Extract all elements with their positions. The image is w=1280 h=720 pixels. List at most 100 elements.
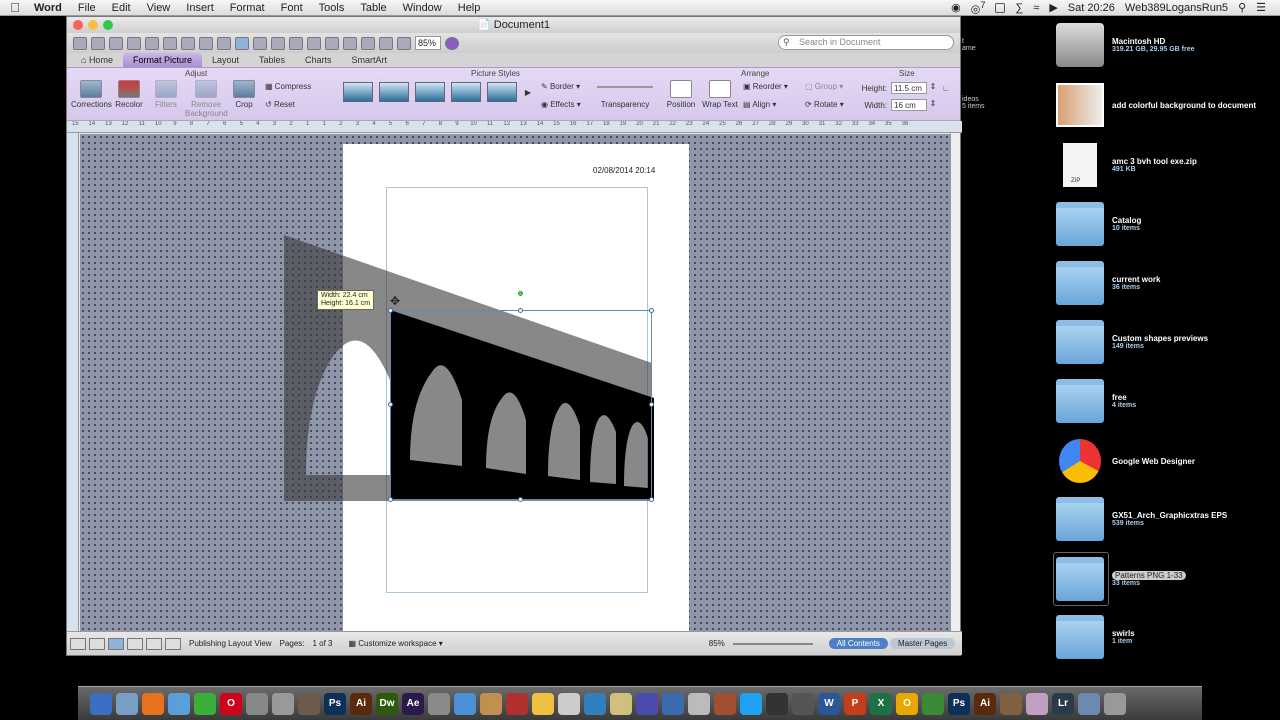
dock-app-icon[interactable] bbox=[662, 692, 684, 715]
picture-style-1[interactable] bbox=[343, 82, 373, 102]
help-icon[interactable] bbox=[445, 36, 459, 50]
tab-home[interactable]: ⌂ Home bbox=[71, 53, 123, 67]
dock-app-icon[interactable] bbox=[1104, 692, 1126, 715]
volume-icon[interactable]: ▶ bbox=[1049, 1, 1057, 14]
outline-view-button[interactable] bbox=[89, 637, 105, 650]
format-painter-icon[interactable] bbox=[199, 36, 213, 50]
script-icon[interactable]: ∑ bbox=[1015, 2, 1023, 14]
menu-insert[interactable]: Insert bbox=[178, 2, 222, 14]
spotlight-icon[interactable]: ⚲ bbox=[1238, 1, 1246, 14]
zoom-button[interactable] bbox=[103, 20, 113, 30]
notifications-icon[interactable]: ☰ bbox=[1256, 1, 1266, 14]
rotate-button[interactable]: ⟳ Rotate ▾ bbox=[805, 100, 855, 109]
dock-app-icon[interactable] bbox=[714, 692, 736, 715]
dock-app-icon[interactable] bbox=[636, 692, 658, 715]
pasteboard[interactable]: 02/08/2014 20:14 Width: 22.4 cm Height: … bbox=[80, 134, 951, 633]
dock-app-icon[interactable] bbox=[142, 692, 164, 715]
desktop-item-free[interactable]: free 4 items bbox=[1056, 376, 1266, 426]
dock-app-icon[interactable]: O bbox=[896, 692, 918, 715]
display-icon[interactable] bbox=[995, 2, 1006, 13]
notebook-view-button[interactable] bbox=[146, 637, 162, 650]
wifi-icon[interactable]: ≈ bbox=[1033, 2, 1039, 14]
dock-app-icon[interactable]: Lr bbox=[1052, 692, 1074, 715]
dock-app-icon[interactable]: X bbox=[870, 692, 892, 715]
corrections-button[interactable]: Corrections bbox=[71, 80, 112, 109]
clock[interactable]: Sat 20:26 bbox=[1068, 2, 1115, 14]
new-icon[interactable] bbox=[73, 36, 87, 50]
dock-app-icon[interactable] bbox=[558, 692, 580, 715]
minimize-button[interactable] bbox=[88, 20, 98, 30]
master-pages-tab[interactable]: Master Pages bbox=[889, 638, 956, 649]
open-icon[interactable] bbox=[109, 36, 123, 50]
resize-handle-br[interactable] bbox=[649, 497, 654, 502]
focus-view-button[interactable] bbox=[165, 637, 181, 650]
picture-style-2[interactable] bbox=[379, 82, 409, 102]
resize-handle-tr[interactable] bbox=[649, 308, 654, 313]
app-menu[interactable]: Word bbox=[30, 2, 70, 14]
recolor-button[interactable]: Recolor bbox=[111, 80, 147, 109]
dock-app-icon[interactable]: Ai bbox=[974, 692, 996, 715]
dock-app-icon[interactable] bbox=[90, 692, 112, 715]
align-button[interactable]: ▤ Align ▾ bbox=[743, 100, 803, 109]
resize-handle-t[interactable] bbox=[518, 308, 523, 313]
compress-button[interactable]: ▦ Compress bbox=[265, 82, 321, 91]
selection-box[interactable] bbox=[390, 310, 652, 500]
undo-icon[interactable] bbox=[163, 36, 177, 50]
vertical-scrollbar[interactable] bbox=[950, 133, 960, 633]
desktop-item-zip[interactable]: ZIP amc 3 bvh tool exe.zip 491 KB bbox=[1056, 140, 1266, 190]
wrap-text-button[interactable]: Wrap Text bbox=[701, 80, 739, 109]
width-stepper[interactable]: ⇕ bbox=[929, 99, 937, 108]
dock-app-icon[interactable] bbox=[246, 692, 268, 715]
group-button[interactable]: ▢ Group ▾ bbox=[805, 82, 855, 91]
desktop-item-swirls[interactable]: swirls 1 item bbox=[1056, 612, 1266, 662]
reorder-button[interactable]: ▣ Reorder ▾ bbox=[743, 82, 803, 91]
reset-button[interactable]: ↺ Reset bbox=[265, 100, 321, 109]
height-stepper[interactable]: ⇕ bbox=[929, 82, 937, 91]
select-arrow-icon[interactable] bbox=[235, 36, 249, 50]
draft-view-button[interactable] bbox=[70, 637, 86, 650]
gallery-icon[interactable] bbox=[397, 36, 411, 50]
remove-background-button[interactable]: Remove Background bbox=[185, 80, 228, 118]
record-icon[interactable]: ◉ bbox=[951, 1, 961, 14]
hand-icon[interactable] bbox=[325, 36, 339, 50]
dock-app-icon[interactable]: P bbox=[844, 692, 866, 715]
styles-scroll-icon[interactable]: ▶ bbox=[523, 88, 533, 97]
shape-icon[interactable] bbox=[289, 36, 303, 50]
dock-app-icon[interactable] bbox=[1000, 692, 1022, 715]
border-button[interactable]: ✎ Border ▾ bbox=[541, 82, 593, 91]
dock-app-icon[interactable] bbox=[766, 692, 788, 715]
dock-app-icon[interactable]: Ps bbox=[948, 692, 970, 715]
save-icon[interactable] bbox=[127, 36, 141, 50]
menu-font[interactable]: Font bbox=[273, 2, 311, 14]
height-input[interactable]: 11.5 cm bbox=[891, 82, 927, 94]
desktop-item-background-doc[interactable]: add colorful background to document bbox=[1056, 80, 1266, 130]
picture-style-3[interactable] bbox=[415, 82, 445, 102]
menu-tools[interactable]: Tools bbox=[311, 2, 353, 14]
dock-app-icon[interactable] bbox=[610, 692, 632, 715]
publishing-view-button[interactable] bbox=[108, 637, 124, 650]
filters-button[interactable]: Filters bbox=[147, 80, 185, 109]
user-name[interactable]: Web389LogansRun5 bbox=[1125, 2, 1228, 14]
dock-app-icon[interactable]: Ps bbox=[324, 692, 346, 715]
toolbox-icon[interactable] bbox=[379, 36, 393, 50]
vertical-ruler[interactable] bbox=[67, 133, 79, 633]
rotate-handle[interactable] bbox=[518, 291, 523, 296]
pilcrow-icon[interactable] bbox=[217, 36, 231, 50]
close-button[interactable] bbox=[73, 20, 83, 30]
effects-button[interactable]: ◉ Effects ▾ bbox=[541, 100, 593, 109]
picture-style-5[interactable] bbox=[487, 82, 517, 102]
menu-file[interactable]: File bbox=[70, 2, 104, 14]
desktop-item-catalog[interactable]: Catalog 10 items bbox=[1056, 199, 1266, 249]
sync-icon[interactable]: ◎7 bbox=[971, 0, 986, 15]
menu-help[interactable]: Help bbox=[450, 2, 489, 14]
dock-app-icon[interactable] bbox=[740, 692, 762, 715]
picture-style-4[interactable] bbox=[451, 82, 481, 102]
width-input[interactable]: 16 cm bbox=[891, 99, 927, 111]
customize-workspace-button[interactable]: ▦ Customize workspace ▾ bbox=[341, 639, 451, 648]
transparency-slider[interactable] bbox=[597, 82, 653, 88]
dock-app-icon[interactable] bbox=[506, 692, 528, 715]
dock-app-icon[interactable] bbox=[454, 692, 476, 715]
link-box-icon[interactable] bbox=[271, 36, 285, 50]
dock-app-icon[interactable] bbox=[480, 692, 502, 715]
dock-app-icon[interactable] bbox=[168, 692, 190, 715]
